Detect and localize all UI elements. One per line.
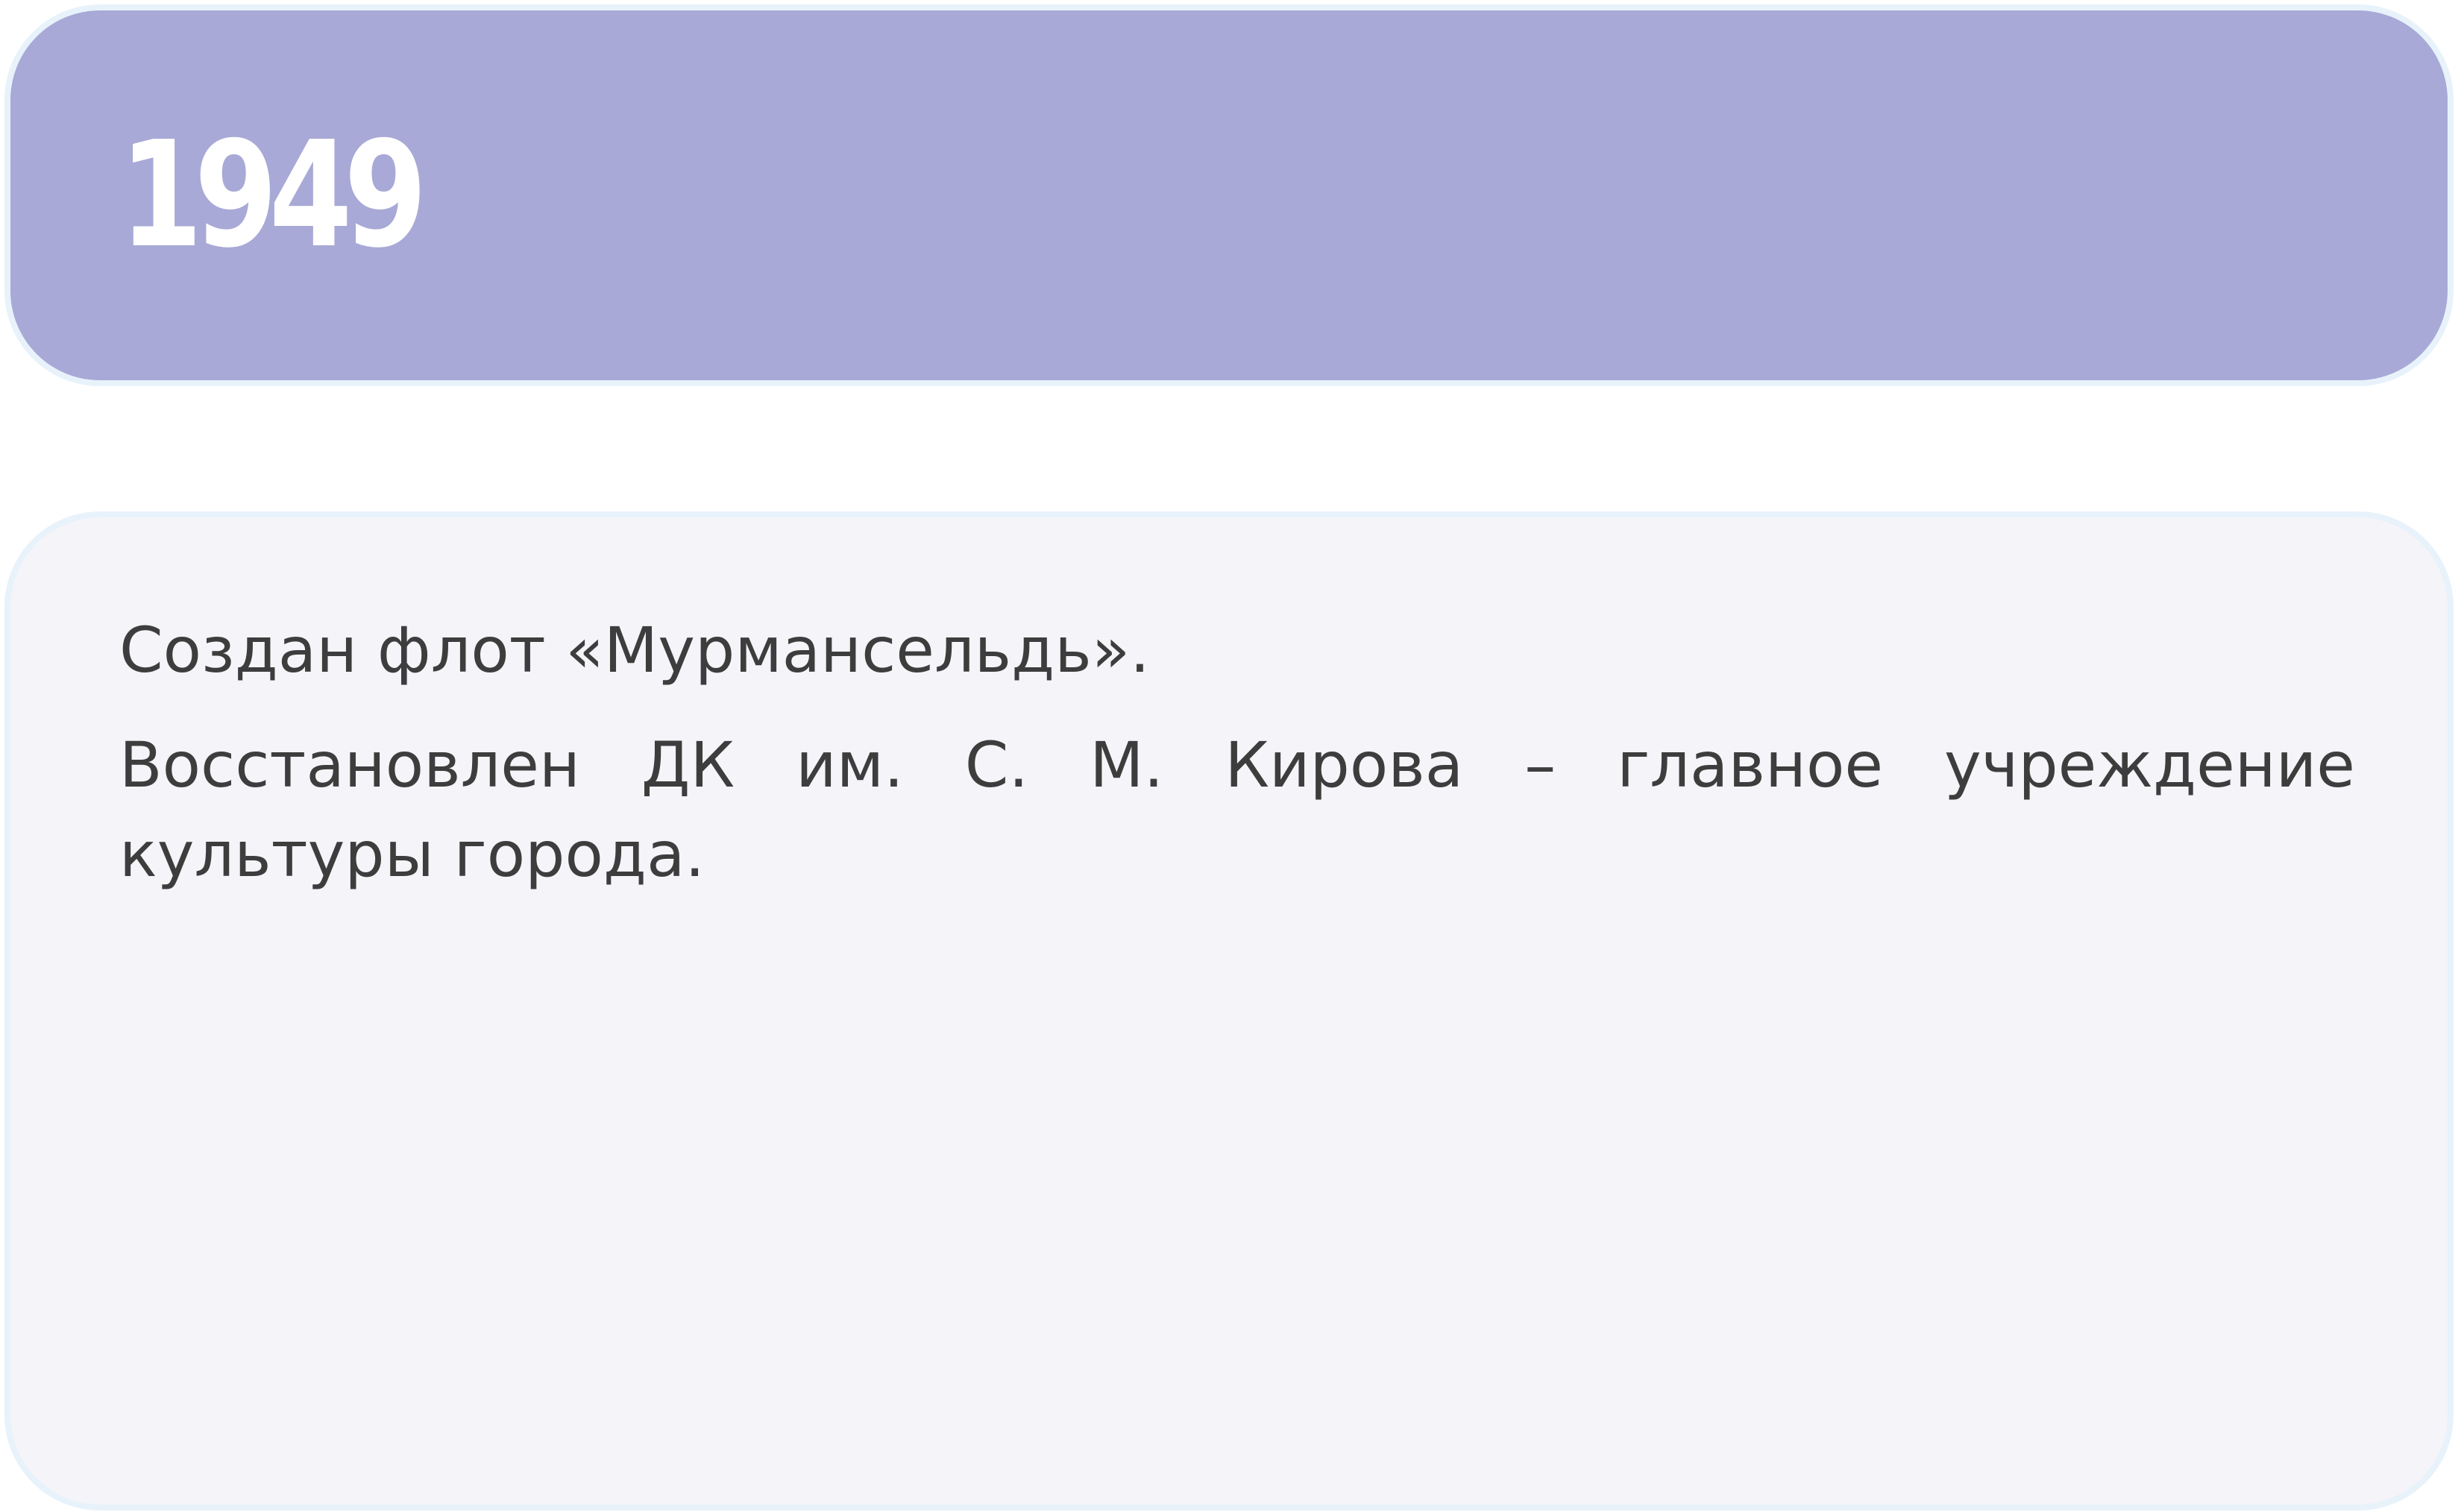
event-paragraph-fleet: Создан флот «Мурмансельдь». — [119, 614, 1150, 687]
event-description-card: Создан флот «Мурмансельдь». Восстановлен… — [4, 511, 2454, 1511]
event-description: Создан флот «Мурмансельдь». Восстановлен… — [119, 605, 2355, 924]
year-heading: 1949 — [119, 110, 427, 280]
year-header-card: 1949 — [4, 4, 2454, 386]
event-paragraph-culture-house: Восстановлен ДК им. С. М. Кирова – главн… — [119, 728, 2355, 891]
